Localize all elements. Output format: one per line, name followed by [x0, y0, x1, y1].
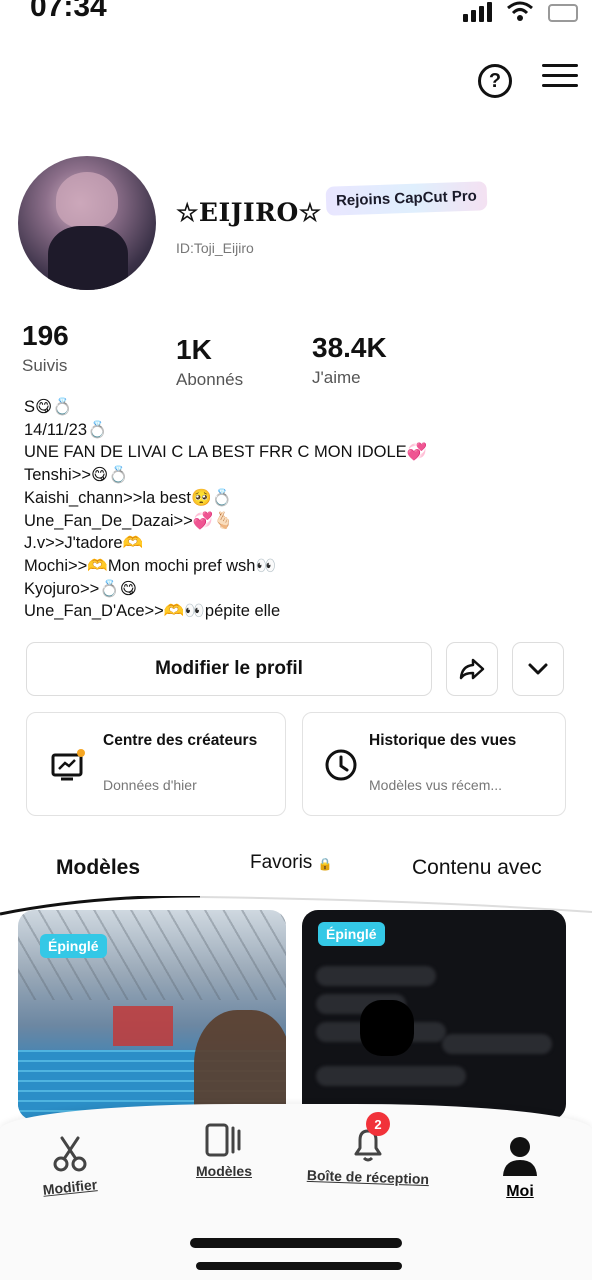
chevron-down-icon [528, 663, 548, 675]
top-actions: ? [478, 52, 578, 98]
stat-value: 1K [176, 334, 212, 365]
stat-value: 38.4K [312, 332, 387, 363]
bio-line: Kyojuro>>💍😋 [24, 579, 137, 598]
bio-line: J.v>>J'tadore🫶 [24, 534, 144, 553]
templates-icon [205, 1123, 241, 1157]
bio: S😋💍 14/11/23💍 UNE FAN DE LIVAI C LA BEST… [24, 396, 427, 623]
nav-templates[interactable]: Modèles [186, 1122, 262, 1179]
dashboard-icon [51, 749, 85, 781]
profile-actions: Modifier le profil [26, 642, 566, 696]
view-history-card[interactable]: Historique des vues Modèles vus récem... [302, 712, 566, 816]
edit-profile-button[interactable]: Modifier le profil [26, 642, 432, 696]
inbox-count-badge: 2 [366, 1112, 390, 1136]
home-indicator [190, 1238, 402, 1248]
wifi-icon [507, 1, 533, 21]
nav-inbox[interactable]: 2 Boîte de réception [298, 1112, 438, 1188]
tab-favorites[interactable]: Favoris 🔒 [250, 852, 333, 874]
stat-value: 196 [22, 320, 69, 351]
bio-line: 14/11/23💍 [24, 420, 108, 439]
home-indicator-shadow [196, 1262, 402, 1270]
bio-line: UNE FAN DE LIVAI C LA BEST FRR C MON IDO… [24, 443, 428, 462]
nav-label: Modifier [42, 1176, 98, 1198]
bio-line: Mochi>>🫶Mon mochi pref wsh👀 [24, 556, 277, 575]
lock-icon: 🔒 [317, 857, 333, 871]
nav-edit[interactable]: Modifier [30, 1134, 110, 1198]
tab-content-with[interactable]: Contenu avec [412, 856, 542, 880]
bio-line: S😋💍 [24, 398, 73, 416]
status-time: 07:34 [30, 0, 107, 23]
nav-me[interactable]: Moi [488, 1134, 552, 1201]
stat-likes[interactable]: 38.4K J'aime [312, 332, 387, 388]
status-bar: 07:34 [0, 0, 592, 40]
avatar[interactable] [18, 156, 156, 290]
stat-label: Abonnés [176, 370, 244, 389]
card-title: Centre des créateurs [103, 732, 258, 749]
card-title: Historique des vues [369, 732, 517, 749]
pinned-badge: Épinglé [318, 922, 385, 946]
clock-icon [325, 749, 357, 781]
template-thumbnail[interactable]: Épinglé [18, 910, 286, 1120]
nav-label: Boîte de réception [306, 1166, 430, 1188]
bio-line: Tenshi>>😋💍 [24, 466, 129, 485]
share-button[interactable] [446, 642, 498, 696]
nav-label: Modèles [195, 1163, 252, 1179]
tab-label: Favoris [250, 852, 313, 873]
template-thumbnail[interactable]: Épinglé [302, 910, 566, 1120]
card-subtitle: Données d'hier [103, 777, 197, 793]
bio-line: Une_Fan_D'Ace>>🫶👀pépite elle [24, 602, 281, 621]
stat-followers[interactable]: 1K Abonnés [176, 334, 243, 390]
stat-following[interactable]: 196 Suivis [22, 320, 69, 376]
profile-name: ☆EIJIRO☆ [176, 198, 322, 227]
status-icons [463, 0, 578, 22]
user-id: ID:Toji_Eijiro [176, 240, 254, 256]
menu-icon[interactable] [542, 63, 578, 87]
help-icon[interactable]: ? [478, 64, 512, 98]
more-button[interactable] [512, 642, 564, 696]
share-icon [459, 658, 485, 680]
bottom-nav: Modifier Modèles 2 Boîte de réception Mo… [0, 1104, 592, 1280]
scissors-icon [53, 1136, 87, 1172]
profile-icon [503, 1137, 537, 1176]
stat-label: J'aime [312, 368, 361, 387]
tab-templates[interactable]: Modèles [56, 856, 140, 880]
bio-line: Kaishi_chann>>la best🥺💍 [24, 488, 233, 507]
pinned-badge: Épinglé [40, 934, 107, 958]
nav-label: Moi [506, 1183, 534, 1200]
capcut-pro-badge[interactable]: Rejoins CapCut Pro [325, 181, 488, 216]
bio-line: Une_Fan_De_Dazai>>💞🫰🏻 [24, 511, 234, 530]
signal-icon [463, 0, 492, 22]
battery-icon [548, 4, 578, 22]
card-subtitle: Modèles vus récem... [369, 777, 503, 793]
creator-center-card[interactable]: Centre des créateurs Données d'hier [26, 712, 286, 816]
stat-label: Suivis [22, 356, 68, 375]
